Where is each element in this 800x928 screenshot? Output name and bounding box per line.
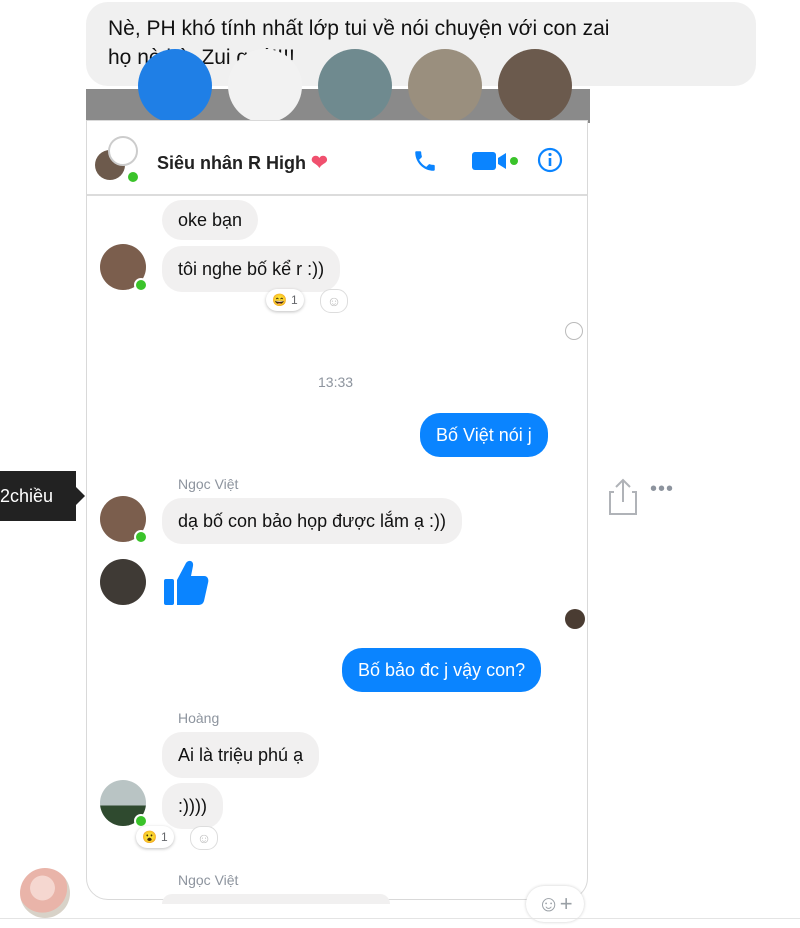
sender-name: Ngọc Việt [178,872,239,888]
sender-avatar[interactable] [100,559,146,605]
chat-title-text: Siêu nhân R High [157,153,307,173]
sender-name: Hoàng [178,710,220,726]
emoji-add-icon[interactable]: ☺ [320,289,348,313]
group-avatar-secondary [108,136,138,166]
share-icon[interactable] [608,476,638,516]
timestamp-tooltip: 2chiều [0,471,76,521]
seen-avatar [565,609,585,629]
online-indicator [134,278,148,292]
laugh-emoji-icon: 😄 [272,293,287,307]
screenshot-top-strip [86,49,590,123]
message-bubble[interactable]: Ai là triệu phú ạ [162,732,320,778]
info-icon[interactable] [537,147,563,173]
more-icon[interactable]: ••• [650,478,674,501]
sender-name: Ngọc Việt [178,476,239,492]
message-bubble[interactable]: dạ bố con bảo họp được lắm ạ :)) [162,498,463,544]
message-bubble[interactable]: oke bạn [162,200,259,240]
divider [0,918,800,919]
video-icon[interactable] [472,150,520,172]
message-bubble-own[interactable]: Bố Việt nói j [420,413,548,457]
heart-icon: ❤ [311,152,328,174]
seen-avatar [565,322,583,340]
tooltip-arrow [76,487,85,505]
message-bubble-partial [162,894,390,904]
outer-message-line1: Nè, PH khó tính nhất lớp tui về nói chuy… [108,17,610,40]
message-reaction[interactable]: 😮 1 [136,826,174,848]
emoji-add-icon[interactable]: ☺+ [526,886,584,922]
message-timestamp: 13:33 [318,374,354,390]
chat-title[interactable]: Siêu nhân R High ❤ [157,150,328,175]
wow-emoji-icon: 😮 [142,830,157,844]
reaction-count: 1 [290,293,298,307]
phone-icon[interactable] [412,148,438,174]
message-bubble[interactable]: tôi nghe bố kể r :)) [162,246,341,292]
online-indicator [134,530,148,544]
message-reaction[interactable]: 😄 1 [266,289,304,311]
like-thumb-icon[interactable] [162,557,210,607]
reaction-count: 1 [160,830,168,844]
message-bubble[interactable]: :)))) [162,783,223,829]
online-indicator [126,170,140,184]
emoji-add-icon[interactable]: ☺ [190,826,218,850]
message-bubble-own[interactable]: Bố bảo đc j vậy con? [342,648,542,692]
user-avatar[interactable] [20,868,70,918]
